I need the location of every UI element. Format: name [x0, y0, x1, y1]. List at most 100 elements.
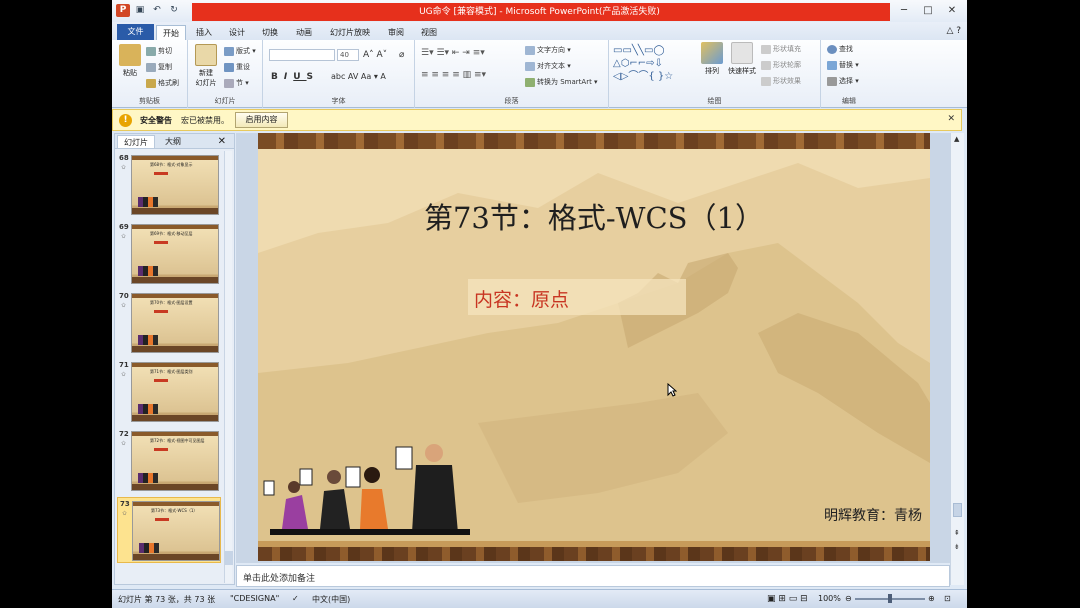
- window-controls: ─ □ ✕: [893, 3, 963, 19]
- slide-thumbnail[interactable]: 70 ✩ 第70节：格式-图层设置: [117, 290, 221, 356]
- clear-format-icon[interactable]: ⌀: [399, 50, 404, 60]
- slide-scrollbar[interactable]: ▲ ⇞ ⇟: [950, 133, 964, 585]
- slide-subtitle-box[interactable]: 内容：原点: [468, 279, 686, 315]
- find-icon: [827, 44, 837, 54]
- replace-icon: [827, 60, 837, 70]
- shape-effects-button[interactable]: 形状效果: [761, 76, 801, 86]
- quick-styles-button[interactable]: 快速样式: [727, 42, 757, 76]
- char-spacing-icon[interactable]: abc AV Aa ▾ A: [331, 72, 386, 81]
- tab-slideshow[interactable]: 幻灯片放映: [330, 25, 370, 40]
- slide-number: 68: [119, 154, 129, 162]
- scroll-thumb[interactable]: [953, 503, 962, 517]
- smartart-icon: [525, 77, 535, 87]
- slide-editing-area: 第73节：格式-WCS（1） 内容：原点 明辉教育：青杨: [236, 133, 950, 563]
- maximize-button[interactable]: □: [917, 3, 939, 19]
- tab-insert[interactable]: 插入: [196, 25, 212, 40]
- tab-home[interactable]: 开始: [156, 25, 186, 40]
- enable-content-button[interactable]: 启用内容: [235, 112, 288, 128]
- spellcheck-icon[interactable]: ✓: [292, 594, 299, 603]
- save-icon[interactable]: ▣: [133, 4, 147, 17]
- tab-design[interactable]: 设计: [229, 25, 245, 40]
- close-button[interactable]: ✕: [941, 3, 963, 19]
- tab-animations[interactable]: 动画: [296, 25, 312, 40]
- tab-review[interactable]: 审阅: [388, 25, 404, 40]
- paste-label: 粘贴: [123, 69, 137, 77]
- arrange-button[interactable]: 排列: [699, 42, 725, 76]
- shape-outline-label: 形状轮廓: [773, 61, 801, 69]
- layout-button[interactable]: 版式 ▾: [224, 46, 256, 56]
- smartart-button[interactable]: 转换为 SmartArt ▾: [525, 77, 598, 87]
- grow-font-icon[interactable]: A˄ A˅: [363, 50, 387, 60]
- copy-button[interactable]: 复制: [146, 62, 172, 72]
- font-name-select[interactable]: [269, 49, 335, 61]
- minimize-button[interactable]: ─: [893, 3, 915, 19]
- help-icon[interactable]: △ ?: [946, 26, 961, 36]
- shape-fill-button[interactable]: 形状填充: [761, 44, 801, 54]
- tab-transitions[interactable]: 切换: [262, 25, 278, 40]
- scroll-thumb[interactable]: [225, 551, 233, 565]
- tab-outline[interactable]: 大纲: [159, 135, 187, 148]
- align-icons[interactable]: ≡ ≡ ≡ ≡ ▥ ≡▾: [421, 70, 486, 80]
- thumbnail-title: 第73节：格式-WCS（1）: [151, 508, 198, 513]
- zoom-out-icon[interactable]: ⊖: [845, 594, 852, 603]
- slide-thumbnail[interactable]: 71 ✩ 第71节：格式-图层类别: [117, 359, 221, 425]
- shape-outline-button[interactable]: 形状轮廓: [761, 60, 801, 70]
- cut-button[interactable]: 剪切: [146, 46, 172, 56]
- font-size-select[interactable]: 40: [337, 49, 359, 61]
- align-text-button[interactable]: 对齐文本 ▾: [525, 61, 571, 71]
- slide-credit[interactable]: 明辉教育：青杨: [824, 505, 922, 525]
- slide-thumbnail-selected[interactable]: 73 ✩ 第73节：格式-WCS（1）: [117, 497, 221, 563]
- tab-view[interactable]: 视图: [421, 25, 437, 40]
- redo-icon[interactable]: ↻: [167, 4, 181, 17]
- fit-slide-icon[interactable]: ⊡: [944, 594, 951, 603]
- thumbnail-scrollbar[interactable]: [224, 151, 233, 583]
- find-button[interactable]: 查找: [827, 44, 853, 54]
- tab-slides[interactable]: 幻灯片: [117, 135, 155, 148]
- copy-icon: [146, 62, 156, 72]
- bullets-icon[interactable]: ☰▾ ☰▾ ⇤ ⇥ ≡▾: [421, 48, 485, 58]
- text-direction-button[interactable]: 文字方向 ▾: [525, 45, 571, 55]
- reset-icon: [224, 62, 234, 72]
- slide-thumbnail[interactable]: 72 ✩ 第72节：格式-视图中可见图层: [117, 428, 221, 494]
- zoom-slider-knob[interactable]: [888, 594, 892, 603]
- section-icon: [224, 78, 234, 88]
- powerpoint-window: UG命令 [兼容模式] - Microsoft PowerPoint(产品激活失…: [112, 0, 967, 608]
- undo-icon[interactable]: ↶: [150, 4, 164, 17]
- view-buttons[interactable]: ▣ ⊞ ▭ ⊟: [767, 594, 808, 604]
- quick-styles-label: 快速样式: [728, 67, 756, 75]
- powerpoint-logo-icon[interactable]: P: [116, 4, 130, 17]
- slide-thumbnail[interactable]: 68 ✩ 第68节：格式-对象显示: [117, 152, 221, 218]
- zoom-in-icon[interactable]: ⊕: [928, 594, 935, 603]
- group-label-font: 字体: [331, 97, 346, 105]
- font-style-buttons[interactable]: BIUS: [271, 72, 319, 82]
- new-slide-button[interactable]: 新建 幻灯片: [192, 44, 220, 88]
- tab-file[interactable]: 文件: [117, 24, 154, 40]
- zoom-level[interactable]: 100%: [818, 594, 841, 603]
- ribbon: 粘贴 剪切 复制 格式刷 剪贴板 新建 幻灯片 版式 ▾ 重设 节 ▾ 幻灯片 …: [112, 40, 967, 108]
- slide-title[interactable]: 第73节：格式-WCS（1）: [258, 195, 930, 237]
- close-icon[interactable]: ✕: [947, 114, 955, 124]
- animation-star-icon: ✩: [122, 510, 128, 517]
- thumbnail-image: 第72节：格式-视图中可见图层: [131, 431, 219, 491]
- thumbnail-image: 第73节：格式-WCS（1）: [132, 501, 220, 561]
- pane-close-icon[interactable]: ✕: [212, 135, 232, 148]
- slide-thumbnail-pane: 幻灯片 大纲 ✕ 68 ✩ 第68节：格式-对象显示 69 ✩ 第69节：格式-…: [114, 133, 235, 585]
- next-slide-icon[interactable]: ⇟: [954, 543, 960, 551]
- reset-button[interactable]: 重设: [224, 62, 250, 72]
- slide-thumbnail[interactable]: 69 ✩ 第69节：格式-移动至层: [117, 221, 221, 287]
- current-slide[interactable]: 第73节：格式-WCS（1） 内容：原点 明辉教育：青杨: [258, 133, 930, 561]
- shapes-gallery[interactable]: ▭▭╲╲▭◯ △⬡⌐⌐⇨⇩ ◁▷⌒⌒{ }☆: [613, 44, 695, 88]
- scroll-up-icon[interactable]: ▲: [954, 135, 959, 143]
- notes-pane[interactable]: 单击此处添加备注: [236, 565, 950, 587]
- previous-slide-icon[interactable]: ⇞: [954, 529, 960, 537]
- section-button[interactable]: 节 ▾: [224, 78, 249, 88]
- format-painter-button[interactable]: 格式刷: [146, 78, 179, 88]
- animation-star-icon: ✩: [121, 233, 127, 240]
- replace-button[interactable]: 替换 ▾: [827, 60, 859, 70]
- slide-number: 69: [119, 223, 129, 231]
- slide-bottom-border: [258, 547, 930, 561]
- select-button[interactable]: 选择 ▾: [827, 76, 859, 86]
- paste-button[interactable]: 粘贴: [118, 44, 142, 78]
- pane-tabs: 幻灯片 大纲 ✕: [115, 134, 234, 149]
- warning-icon: !: [119, 114, 132, 127]
